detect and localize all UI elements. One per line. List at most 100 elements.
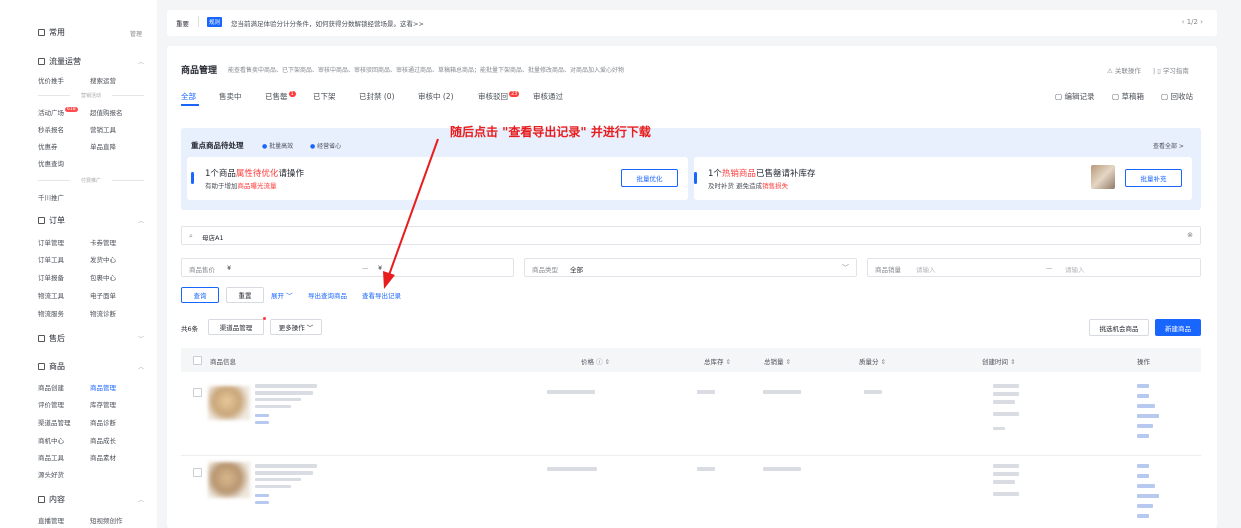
- expand-toggle[interactable]: 展开 ﹀: [271, 290, 293, 300]
- batch-restock-button[interactable]: 批量补充: [1125, 169, 1182, 187]
- view-all-link[interactable]: 查看全部 >: [1153, 141, 1184, 150]
- nav-item[interactable]: 物流诊断: [90, 308, 116, 318]
- nav-section-common[interactable]: 常用: [38, 27, 65, 38]
- select-all-checkbox[interactable]: [193, 356, 202, 365]
- collapse-icon[interactable]: ︿: [138, 57, 144, 66]
- collapse-icon[interactable]: ︿: [138, 495, 144, 504]
- nav-item[interactable]: 秒杀报名: [38, 124, 64, 134]
- clear-icon[interactable]: ⊗: [1187, 231, 1193, 239]
- collapse-icon[interactable]: ︿: [138, 216, 144, 225]
- nav-item[interactable]: 渠道品管理: [38, 417, 71, 427]
- more-actions-button[interactable]: 更多操作 ﹀: [270, 319, 322, 335]
- nav-item[interactable]: 商品工具: [38, 452, 64, 462]
- notice-text[interactable]: 您当前满足体验分计分条件，如何获得分数解锁经营场景。这看>>: [231, 18, 424, 28]
- collapse-icon[interactable]: ︿: [138, 362, 144, 371]
- row-checkbox[interactable]: [193, 468, 202, 477]
- recycle-bin-link[interactable]: ▢ 回收站: [1161, 91, 1193, 102]
- redacted-action[interactable]: [1137, 474, 1149, 478]
- redacted-action[interactable]: [1137, 494, 1159, 498]
- tab-banned[interactable]: 已封禁 (0): [359, 91, 395, 102]
- nav-item[interactable]: 包裹中心: [90, 272, 116, 282]
- nav-item[interactable]: 短视频创作: [90, 515, 123, 525]
- notice-pager[interactable]: ‹ 1/2 ›: [1182, 18, 1203, 26]
- redacted-link[interactable]: [255, 494, 269, 497]
- nav-item[interactable]: 超值购报名: [90, 107, 123, 117]
- draft-box-link[interactable]: ▢ 草稿箱: [1112, 91, 1144, 102]
- nav-item[interactable]: 优惠查询: [38, 158, 64, 168]
- edit-record-link[interactable]: ▢ 编辑记录: [1055, 91, 1094, 102]
- nav-item[interactable]: 物流工具: [38, 290, 64, 300]
- channel-manage-button[interactable]: 渠道品管理: [208, 319, 264, 335]
- tab-on-sale[interactable]: 售卖中: [219, 91, 242, 102]
- search-input[interactable]: ⌕ 母店A1 ⊗: [181, 226, 1201, 245]
- nav-item[interactable]: 源头好货: [38, 469, 64, 479]
- redacted-action[interactable]: [1137, 434, 1149, 438]
- redacted-action[interactable]: [1137, 424, 1153, 428]
- nav-item[interactable]: 优价推手: [38, 75, 64, 85]
- expand-icon[interactable]: ﹀: [138, 334, 144, 343]
- pick-opportunity-button[interactable]: 挑选机会商品: [1089, 319, 1149, 336]
- col-created[interactable]: 创建时间 ⇕: [982, 356, 1016, 366]
- related-ops-link[interactable]: ⚠ 关联操作: [1107, 65, 1141, 75]
- nav-item[interactable]: 商品创建: [38, 382, 64, 392]
- nav-item[interactable]: 订单管理: [38, 237, 64, 247]
- product-type-select[interactable]: 商品类型 全部 ﹀: [524, 258, 857, 277]
- price-range-input[interactable]: 商品售价 ¥ — ¥: [181, 258, 514, 277]
- nav-section-traffic[interactable]: 流量运营: [38, 56, 81, 67]
- nav-item[interactable]: 物流服务: [38, 308, 64, 318]
- sales-range-input[interactable]: 商品销量 请输入 — 请输入: [867, 258, 1201, 277]
- tab-off-shelf[interactable]: 已下架: [313, 91, 336, 102]
- col-sales[interactable]: 总销量 ⇕: [764, 356, 791, 366]
- redacted-action[interactable]: [1137, 504, 1153, 508]
- nav-section-order[interactable]: 订单: [38, 215, 65, 226]
- redacted-link[interactable]: [255, 421, 269, 424]
- manage-link[interactable]: 管理: [130, 29, 142, 38]
- tab-sold-out[interactable]: 已售罄 1: [265, 91, 296, 102]
- col-quality[interactable]: 质量分 ⇕: [859, 356, 886, 366]
- tab-rejected[interactable]: 审核驳回 23: [478, 91, 520, 102]
- nav-item[interactable]: 商品成长: [90, 435, 116, 445]
- row-checkbox[interactable]: [193, 388, 202, 397]
- nav-item[interactable]: 评价管理: [38, 399, 64, 409]
- nav-item[interactable]: 直播管理: [38, 515, 64, 525]
- tab-approved[interactable]: 审核通过: [533, 91, 563, 102]
- nav-item[interactable]: 订单工具: [38, 254, 64, 264]
- create-product-button[interactable]: 新建商品: [1155, 319, 1201, 336]
- nav-item[interactable]: 搜索运营: [90, 75, 116, 85]
- nav-item[interactable]: 活动广场 618: [38, 107, 78, 117]
- redacted-action[interactable]: [1137, 394, 1149, 398]
- nav-item[interactable]: 单品直降: [90, 141, 116, 151]
- query-button[interactable]: 查询: [181, 287, 219, 303]
- nav-item[interactable]: 商品素材: [90, 452, 116, 462]
- redacted-action[interactable]: [1137, 414, 1159, 418]
- nav-item[interactable]: 发货中心: [90, 254, 116, 264]
- redacted-action[interactable]: [1137, 464, 1149, 468]
- nav-item[interactable]: 优惠券: [38, 141, 58, 151]
- redacted-action[interactable]: [1137, 514, 1149, 518]
- nav-section-aftersale[interactable]: 售后: [38, 333, 65, 344]
- redacted-action[interactable]: [1137, 384, 1149, 388]
- tab-reviewing[interactable]: 审核中 (2): [418, 91, 454, 102]
- export-query-link[interactable]: 导出查询商品: [308, 290, 347, 300]
- learn-guide-link[interactable]: | ▯ 学习指南: [1153, 65, 1189, 75]
- col-price[interactable]: 价格 ⓘ ⇕: [581, 356, 610, 366]
- redacted-link[interactable]: [255, 414, 269, 417]
- redacted-action[interactable]: [1137, 404, 1155, 408]
- nav-item[interactable]: 卡券管理: [90, 237, 116, 247]
- nav-item[interactable]: 库存管理: [90, 399, 116, 409]
- tab-all[interactable]: 全部: [181, 91, 196, 102]
- batch-optimize-button[interactable]: 批量优化: [621, 169, 678, 187]
- redacted-action[interactable]: [1137, 484, 1155, 488]
- nav-item[interactable]: 电子面单: [90, 290, 116, 300]
- view-export-record-link[interactable]: 查看导出记录: [362, 290, 401, 300]
- nav-item[interactable]: 营销工具: [90, 124, 116, 134]
- nav-section-goods[interactable]: 商品: [38, 361, 65, 372]
- nav-item[interactable]: 商品诊断: [90, 417, 116, 427]
- reset-button[interactable]: 重置: [226, 287, 264, 303]
- nav-item[interactable]: 订单报备: [38, 272, 64, 282]
- nav-item[interactable]: 千川推广: [38, 192, 64, 202]
- redacted-link[interactable]: [255, 501, 269, 504]
- nav-section-content[interactable]: 内容: [38, 494, 65, 505]
- nav-item[interactable]: 商机中心: [38, 435, 64, 445]
- col-stock[interactable]: 总库存 ⇕: [704, 356, 731, 366]
